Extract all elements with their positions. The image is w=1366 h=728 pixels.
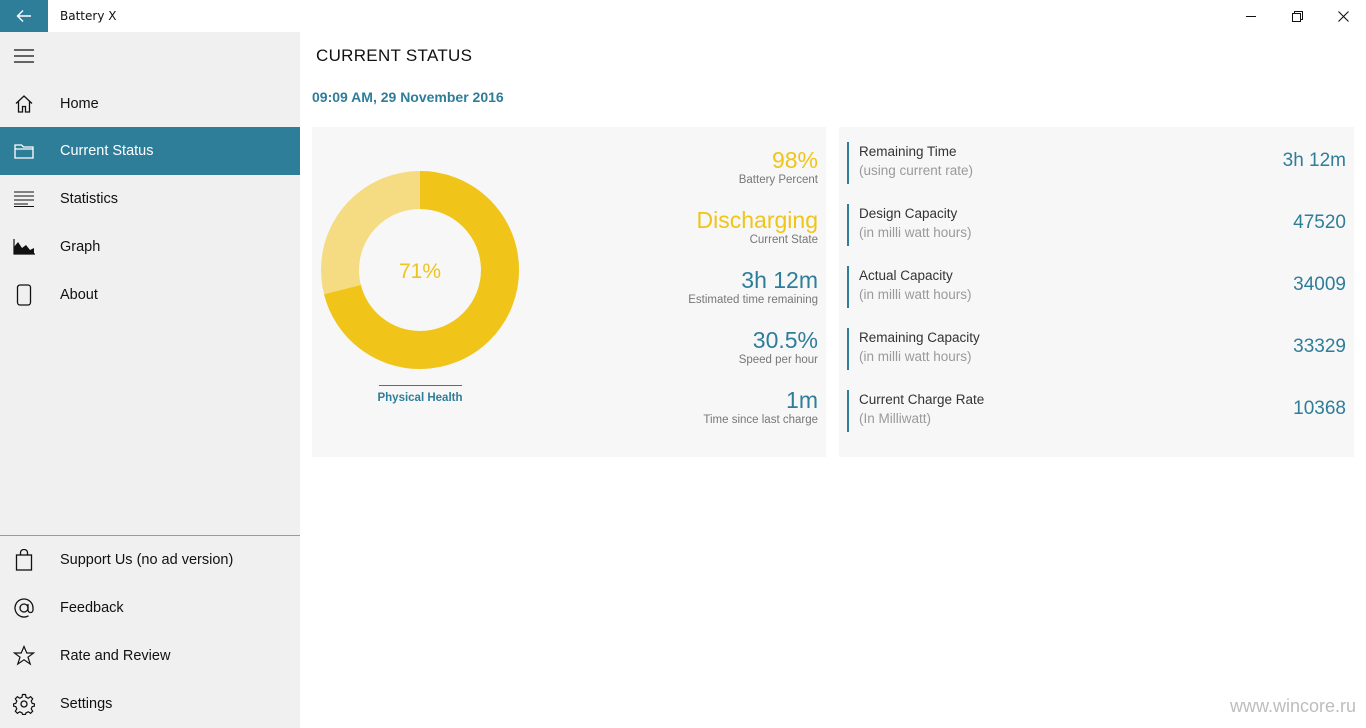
sidebar-item-label: Settings [60,696,113,712]
stat-label: Current State [749,234,818,246]
at-sign-icon [0,584,48,632]
sidebar-item-current-status[interactable]: Current Status [0,127,300,175]
menu-button[interactable] [0,32,48,80]
stat-time-remaining: 3h 12m Estimated time remaining [688,267,818,306]
sidebar-item-label: Feedback [60,600,124,616]
metric-value: 33329 [1293,336,1346,357]
metric-value: 47520 [1293,212,1346,233]
stat-current-state: Discharging Current State [697,207,818,246]
metric-value: 34009 [1293,274,1346,295]
arrow-left-icon [16,10,31,22]
battery-overview-card: 71% Physical Health 98% Battery Percent … [312,127,826,457]
battery-details-card: Remaining Time (using current rate) 3h 1… [839,127,1354,457]
metric-unit: (In Milliwatt) [859,411,932,426]
sidebar-item-label: About [60,287,98,303]
sidebar-item-label: Statistics [60,191,119,207]
stat-speed-per-hour: 30.5% Speed per hour [739,327,818,366]
sidebar-item-label: Rate and Review [60,648,171,664]
home-icon [0,80,48,128]
stat-value: 1m [786,387,818,413]
metric-charge-rate: Current Charge Rate (In Milliwatt) 10368 [847,390,1346,432]
metric-name: Remaining Capacity [859,330,980,345]
metric-unit: (using current rate) [859,163,974,178]
metric-accent-bar [847,390,849,432]
title-bar: Battery X [0,0,1366,32]
sidebar-item-graph[interactable]: Graph [0,223,300,271]
metric-name: Design Capacity [859,206,958,221]
stat-value: Discharging [696,207,818,233]
minimize-button[interactable] [1228,0,1274,32]
back-button[interactable] [0,0,48,32]
metric-accent-bar [847,204,849,246]
close-button[interactable] [1320,0,1366,32]
close-icon [1337,10,1349,22]
metric-value: 3h 12m [1282,150,1346,171]
metric-unit: (in milli watt hours) [859,225,972,240]
phone-icon [0,271,48,319]
health-label: Physical Health [377,392,463,404]
area-chart-icon [0,223,48,271]
metric-remaining-capacity: Remaining Capacity (in milli watt hours)… [847,328,1346,370]
minimize-icon [1246,16,1256,17]
star-icon [0,632,48,680]
metric-value: 10368 [1293,398,1346,419]
health-percent: 71% [398,260,442,283]
stat-label: Speed per hour [738,354,818,366]
sidebar-item-settings[interactable]: Settings [0,680,300,728]
sidebar-item-home[interactable]: Home [0,80,300,128]
gear-icon [0,680,48,728]
sidebar-item-about[interactable]: About [0,271,300,319]
sidebar-item-support[interactable]: Support Us (no ad version) [0,536,300,584]
stat-value: 98% [771,147,818,173]
watermark: www.wincore.ru [1229,696,1356,716]
metric-name: Remaining Time [859,144,957,159]
sidebar-item-rate[interactable]: Rate and Review [0,632,300,680]
sidebar-item-label: Current Status [60,143,154,159]
status-timestamp: 09:09 AM, 29 November 2016 [312,89,504,105]
stat-time-since-charge: 1m Time since last charge [703,387,818,426]
metric-design-capacity: Design Capacity (in milli watt hours) 47… [847,204,1346,246]
metric-accent-bar [847,266,849,308]
stat-battery-percent: 98% Battery Percent [739,147,818,186]
stat-value: 3h 12m [741,267,818,293]
stat-label: Time since last charge [703,414,818,426]
metric-name: Actual Capacity [859,268,953,283]
metric-name: Current Charge Rate [859,392,985,407]
health-underline [379,385,462,386]
sidebar-item-feedback[interactable]: Feedback [0,584,300,632]
metric-unit: (in milli watt hours) [859,287,972,302]
stat-label: Estimated time remaining [688,294,818,306]
metric-accent-bar [847,328,849,370]
metric-unit: (in milli watt hours) [859,349,972,364]
restore-button[interactable] [1274,0,1320,32]
metric-actual-capacity: Actual Capacity (in milli watt hours) 34… [847,266,1346,308]
stat-label: Battery Percent [738,174,818,186]
restore-icon [1291,10,1303,22]
window-title: Battery X [60,9,117,23]
sidebar-item-label: Home [60,96,99,112]
sidebar: Home Current Status Statistics Graph Abo… [0,32,300,728]
metric-remaining-time: Remaining Time (using current rate) 3h 1… [847,142,1346,184]
metric-accent-bar [847,142,849,184]
shopping-bag-icon [0,536,48,584]
stat-value: 30.5% [752,327,818,353]
hamburger-icon [14,49,34,63]
sidebar-item-statistics[interactable]: Statistics [0,175,300,223]
sidebar-item-label: Support Us (no ad version) [60,552,234,568]
folder-icon [0,127,48,175]
list-lines-icon [0,175,48,223]
page-title: CURRENT STATUS [316,46,473,65]
sidebar-item-label: Graph [60,239,101,255]
